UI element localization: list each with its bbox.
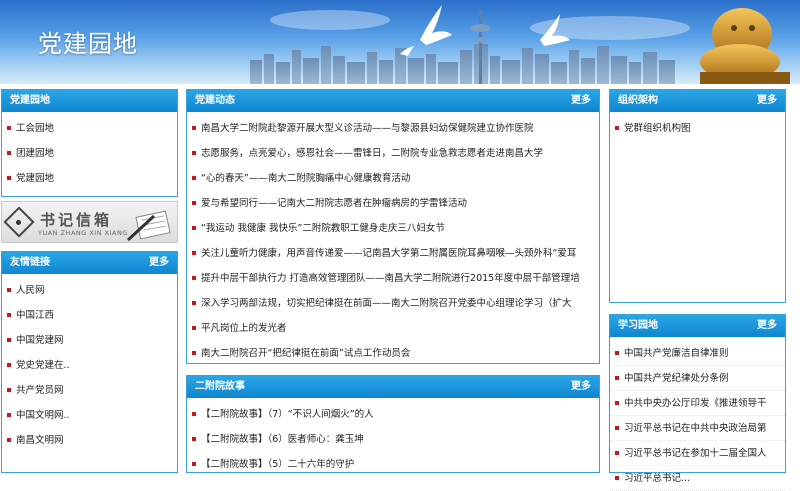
story-item[interactable]: 【二附院故事】（5）二十六年的守护 xyxy=(187,452,599,477)
link-item[interactable]: 中国党建网 xyxy=(2,328,177,353)
secretary-mailbox-button[interactable]: 书记信箱 YUAN ZHANG XIN XIANG xyxy=(1,201,178,243)
bullet-icon xyxy=(7,151,11,155)
bullet-icon xyxy=(615,376,619,380)
link-item[interactable]: 党史党建在.. xyxy=(2,353,177,378)
news-item[interactable]: 深入学习两部法规，切实把纪律挺在前面——南大二附院召开党委中心组理论学习（扩大 xyxy=(187,291,599,316)
more-link[interactable]: 更多 xyxy=(571,90,591,112)
bullet-icon xyxy=(7,288,11,292)
panel-header: 党建园地 xyxy=(2,90,177,112)
more-link[interactable]: 更多 xyxy=(571,376,591,398)
panel-header: 党建动态 更多 xyxy=(187,90,599,112)
golden-lion-graphic xyxy=(700,8,790,84)
mailbox-subtitle: YUAN ZHANG XIN XIANG xyxy=(38,229,128,237)
bullet-icon xyxy=(192,301,196,305)
left-party-garden-panel: 党建园地 工会园地 团建园地 党建园地 xyxy=(1,89,178,197)
party-news-panel: 党建动态 更多 南昌大学二附院赴黎源开展大型义诊活动——与黎源县妇幼保健院建立协… xyxy=(186,89,600,364)
bullet-icon xyxy=(192,462,196,466)
study-item[interactable]: 中国共产党纪律处分条例 xyxy=(610,366,785,391)
bullet-icon xyxy=(192,251,196,255)
links-list: 人民网 中国江西 中国党建网 党史党建在.. 共产党员网 中国文明网.. 南昌文… xyxy=(2,274,177,453)
news-item[interactable]: “我运动 我健康 我快乐”二附院教职工健身走庆三八妇女节 xyxy=(187,216,599,241)
left-nav-item-union[interactable]: 工会园地 xyxy=(2,116,177,141)
bullet-icon xyxy=(192,351,196,355)
link-item[interactable]: 南昌文明网 xyxy=(2,428,177,453)
org-list: 党群组织机构图 xyxy=(610,112,785,141)
panel-title: 党建动态 xyxy=(195,95,235,106)
news-item[interactable]: 南昌大学二附院赴黎源开展大型义诊活动——与黎源县妇幼保健院建立协作医院 xyxy=(187,116,599,141)
bullet-icon xyxy=(192,412,196,416)
friendly-links-panel: 友情链接 更多 人民网 中国江西 中国党建网 党史党建在.. 共产党员网 中国文… xyxy=(1,251,178,473)
bullet-icon xyxy=(192,176,196,180)
news-item[interactable]: 爱与希望同行——记南大二附院志愿者在肿瘤病房的学雷锋活动 xyxy=(187,191,599,216)
left-nav-item-league[interactable]: 团建园地 xyxy=(2,141,177,166)
bullet-icon xyxy=(615,476,619,480)
study-item[interactable]: 中国共产党廉洁自律准则 xyxy=(610,341,785,366)
org-item[interactable]: 党群组织机构图 xyxy=(610,116,785,141)
panel-header: 二附院故事 更多 xyxy=(187,376,599,398)
news-list: 南昌大学二附院赴黎源开展大型义诊活动——与黎源县妇幼保健院建立协作医院 志愿服务… xyxy=(187,112,599,366)
news-item[interactable]: 志愿服务，点亮爱心，感恩社会——雷锋日，二附院专业急救志愿者走进南昌大学 xyxy=(187,141,599,166)
more-link[interactable]: 更多 xyxy=(757,90,777,112)
more-link[interactable]: 更多 xyxy=(757,315,777,337)
left-nav-item-party[interactable]: 党建园地 xyxy=(2,166,177,191)
dot-icon xyxy=(16,220,21,225)
panel-title: 友情链接 xyxy=(10,257,50,268)
bullet-icon xyxy=(615,401,619,405)
bullet-icon xyxy=(7,126,11,130)
bullet-icon xyxy=(192,151,196,155)
bullet-icon xyxy=(192,126,196,130)
hospital-stories-panel: 二附院故事 更多 【二附院故事】（7）“不识人间烟火”的人 【二附院故事】（6）… xyxy=(186,375,600,473)
news-item[interactable]: 提升中层干部执行力 打造高效管理团队——南昌大学二附院进行2015年度中层干部管… xyxy=(187,266,599,291)
bullet-icon xyxy=(615,451,619,455)
bullet-icon xyxy=(7,388,11,392)
bullet-icon xyxy=(7,363,11,367)
study-garden-panel: 学习园地 更多 中国共产党廉洁自律准则 中国共产党纪律处分条例 中共中央办公厅印… xyxy=(609,314,786,491)
story-item[interactable]: 【二附院故事】（7）“不识人间烟火”的人 xyxy=(187,402,599,427)
banner-title: 党建园地 xyxy=(38,30,138,58)
bullet-icon xyxy=(615,426,619,430)
bullet-icon xyxy=(7,338,11,342)
bullet-icon xyxy=(192,226,196,230)
panel-title: 学习园地 xyxy=(618,320,658,331)
stories-list: 【二附院故事】（7）“不识人间烟火”的人 【二附院故事】（6）医者师心：龚玉坤 … xyxy=(187,398,599,477)
bullet-icon xyxy=(7,313,11,317)
panel-header: 友情链接 更多 xyxy=(2,252,177,274)
panel-header: 学习园地 更多 xyxy=(610,315,785,337)
bullet-icon xyxy=(7,176,11,180)
study-item[interactable]: 习近平总书记在参加十二届全国人 xyxy=(610,441,785,466)
page-banner: 党建园地 xyxy=(0,0,800,84)
bullet-icon xyxy=(7,438,11,442)
letter-pen-icon xyxy=(126,210,171,242)
news-item[interactable]: 关注儿童听力健康，用声音传递爱——记南昌大学第二附属医院耳鼻咽喉—头颈外科“爱耳 xyxy=(187,241,599,266)
bullet-icon xyxy=(192,201,196,205)
link-item[interactable]: 中国文明网.. xyxy=(2,403,177,428)
bullet-icon xyxy=(615,351,619,355)
story-item[interactable]: 【二附院故事】（6）医者师心：龚玉坤 xyxy=(187,427,599,452)
panel-title: 二附院故事 xyxy=(195,381,245,392)
more-link[interactable]: 更多 xyxy=(149,252,169,274)
study-item[interactable]: 习近平总书记在中共中央政治局第 xyxy=(610,416,785,441)
mailbox-title: 书记信箱 xyxy=(40,211,113,229)
panel-title: 党建园地 xyxy=(10,95,50,106)
bullet-icon xyxy=(192,437,196,441)
bullet-icon xyxy=(7,413,11,417)
link-item[interactable]: 人民网 xyxy=(2,278,177,303)
study-list: 中国共产党廉洁自律准则 中国共产党纪律处分条例 中共中央办公厅印发《推进领导干 … xyxy=(610,337,785,491)
panel-title: 组织架构 xyxy=(618,95,658,106)
link-item[interactable]: 中国江西 xyxy=(2,303,177,328)
link-item[interactable]: 共产党员网 xyxy=(2,378,177,403)
left-nav-list: 工会园地 团建园地 党建园地 xyxy=(2,112,177,191)
bullet-icon xyxy=(192,326,196,330)
panel-header: 组织架构 更多 xyxy=(610,90,785,112)
org-structure-panel: 组织架构 更多 党群组织机构图 xyxy=(609,89,786,303)
study-item[interactable]: 中共中央办公厅印发《推进领导干 xyxy=(610,391,785,416)
bullet-icon xyxy=(615,126,619,130)
news-item[interactable]: 南大二附院召开“把纪律挺在前面”试点工作动员会 xyxy=(187,341,599,366)
bullet-icon xyxy=(192,276,196,280)
news-item[interactable]: 平凡岗位上的发光者 xyxy=(187,316,599,341)
news-item[interactable]: “心的春天”——南大二附院胸痛中心健康教育活动 xyxy=(187,166,599,191)
